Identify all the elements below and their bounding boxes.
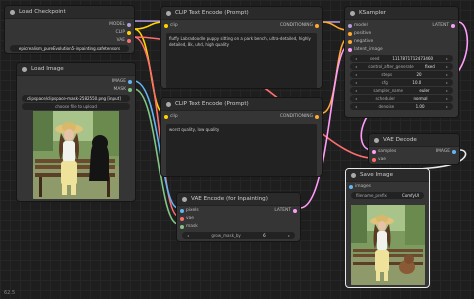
collapse-dot-icon[interactable] <box>351 172 356 178</box>
node-title-label: Load Image <box>31 66 64 72</box>
collapse-dot-icon[interactable] <box>374 137 379 143</box>
clip-socket-icon[interactable] <box>127 31 131 35</box>
load-image-node[interactable]: Load Image IMAGE MASK clipspace/clipspac… <box>16 62 136 202</box>
node-title-label: Save Image <box>360 172 394 178</box>
ckpt-name-select[interactable]: epicrealism_pureEvolution5-inpainting.sa… <box>10 45 129 52</box>
node-title-label: Load Checkpoint <box>19 9 66 15</box>
latent-socket-icon[interactable] <box>348 48 352 52</box>
load-checkpoint-node[interactable]: Load Checkpoint MODEL CLIP VAE epicreali… <box>4 5 135 54</box>
output-vae[interactable]: VAE <box>5 37 134 45</box>
output-conditioning[interactable]: CONDITIONING <box>222 22 322 30</box>
control-after-generate-widget[interactable]: ◂ control_after_generate fixed ▸ <box>350 63 453 70</box>
image-socket-icon[interactable] <box>128 80 132 84</box>
clip-text-encode-negative-node[interactable]: CLIP Text Encode (Prompt) clip CONDITION… <box>160 97 323 177</box>
clip-socket-icon[interactable] <box>164 24 168 28</box>
latent-socket-icon[interactable] <box>372 150 376 154</box>
model-socket-icon[interactable] <box>348 24 352 28</box>
node-title-label: CLIP Text Encode (Prompt) <box>175 101 249 107</box>
node-title[interactable]: CLIP Text Encode (Prompt) <box>161 98 322 111</box>
save-image-node[interactable]: Save Image images filename_prefix ComfyU… <box>345 168 430 288</box>
latent-socket-icon[interactable] <box>293 209 297 213</box>
input-vae[interactable]: vae <box>177 215 300 223</box>
node-title-label: KSampler <box>359 10 386 16</box>
input-negative[interactable]: negative <box>345 38 458 46</box>
image-socket-icon[interactable] <box>180 209 184 213</box>
vae-decode-node[interactable]: VAE Decode samples vae IMAGE <box>368 133 460 165</box>
node-title-label: CLIP Text Encode (Prompt) <box>175 10 249 16</box>
prompt-text-area[interactable]: worst quality, low quality <box>166 124 317 176</box>
node-title-label: VAE Decode <box>383 137 417 143</box>
input-positive[interactable]: positive <box>345 30 458 38</box>
sampler-name-widget[interactable]: ◂ sampler_name euler ▸ <box>350 87 453 94</box>
conditioning-socket-icon[interactable] <box>348 40 352 44</box>
output-image-preview <box>351 205 425 285</box>
collapse-dot-icon[interactable] <box>166 101 171 107</box>
node-title[interactable]: Load Checkpoint <box>5 6 134 19</box>
upload-button[interactable]: choose file to upload <box>22 103 130 110</box>
model-socket-icon[interactable] <box>127 23 131 27</box>
output-image[interactable]: IMAGE <box>409 148 459 156</box>
vae-socket-icon[interactable] <box>127 39 131 43</box>
conditioning-socket-icon[interactable] <box>315 115 319 119</box>
grow-mask-by-widget[interactable]: ◂ grow_mask_by 6 ▸ <box>182 232 295 239</box>
clip-text-encode-positive-node[interactable]: CLIP Text Encode (Prompt) clip CONDITION… <box>160 6 323 89</box>
input-latent-image[interactable]: latent_image <box>345 46 458 54</box>
node-title[interactable]: Load Image <box>17 63 135 76</box>
node-title[interactable]: KSampler <box>345 7 458 20</box>
collapse-dot-icon[interactable] <box>10 9 15 15</box>
vae-socket-icon[interactable] <box>372 158 376 162</box>
status-readout: 62.5 <box>4 290 16 296</box>
collapse-dot-icon[interactable] <box>182 196 187 202</box>
input-model[interactable]: model <box>345 22 458 30</box>
input-image-preview <box>33 111 119 199</box>
image-select[interactable]: clipspace/clipspace-mask-2582550.png [in… <box>22 95 130 102</box>
input-vae[interactable]: vae <box>369 156 459 164</box>
seed-widget[interactable]: ◂ seed 1117871712473460 ▸ <box>350 55 453 62</box>
node-title[interactable]: VAE Decode <box>369 134 459 147</box>
input-mask[interactable]: mask <box>177 223 300 231</box>
output-conditioning[interactable]: CONDITIONING <box>222 113 322 121</box>
denoise-widget[interactable]: ◂ denoise 1.00 ▸ <box>350 103 453 110</box>
output-image[interactable]: IMAGE <box>17 78 135 86</box>
image-socket-icon[interactable] <box>452 150 456 154</box>
prompt-text-area[interactable]: fluffy Labradoodle puppy sitting on a pa… <box>166 33 317 88</box>
output-clip[interactable]: CLIP <box>5 29 134 37</box>
node-title[interactable]: Save Image <box>346 169 429 182</box>
node-title[interactable]: CLIP Text Encode (Prompt) <box>161 7 322 20</box>
steps-widget[interactable]: ◂ steps 20 ▸ <box>350 71 453 78</box>
image-socket-icon[interactable] <box>349 185 353 189</box>
collapse-dot-icon[interactable] <box>22 66 27 72</box>
input-images[interactable]: images <box>346 183 429 191</box>
conditioning-socket-icon[interactable] <box>348 32 352 36</box>
node-title[interactable]: VAE Encode (for Inpainting) <box>177 193 300 206</box>
collapse-dot-icon[interactable] <box>350 10 355 16</box>
filename-prefix-widget[interactable]: filename_prefix ComfyUI <box>351 192 424 199</box>
output-latent[interactable]: LATENT <box>240 207 300 215</box>
conditioning-socket-icon[interactable] <box>315 24 319 28</box>
mask-socket-icon[interactable] <box>128 88 132 92</box>
node-title-label: VAE Encode (for Inpainting) <box>191 196 268 202</box>
vae-socket-icon[interactable] <box>180 217 184 221</box>
clip-socket-icon[interactable] <box>164 115 168 119</box>
output-model[interactable]: MODEL <box>5 21 134 29</box>
output-mask[interactable]: MASK <box>17 86 135 94</box>
cfg-widget[interactable]: ◂ cfg 10.0 ▸ <box>350 79 453 86</box>
vae-encode-inpainting-node[interactable]: VAE Encode (for Inpainting) pixels vae m… <box>176 192 301 242</box>
scheduler-widget[interactable]: ◂ scheduler normal ▸ <box>350 95 453 102</box>
mask-socket-icon[interactable] <box>180 225 184 229</box>
ksampler-node[interactable]: KSampler LATENT model positive negative … <box>344 6 459 118</box>
collapse-dot-icon[interactable] <box>166 10 171 16</box>
